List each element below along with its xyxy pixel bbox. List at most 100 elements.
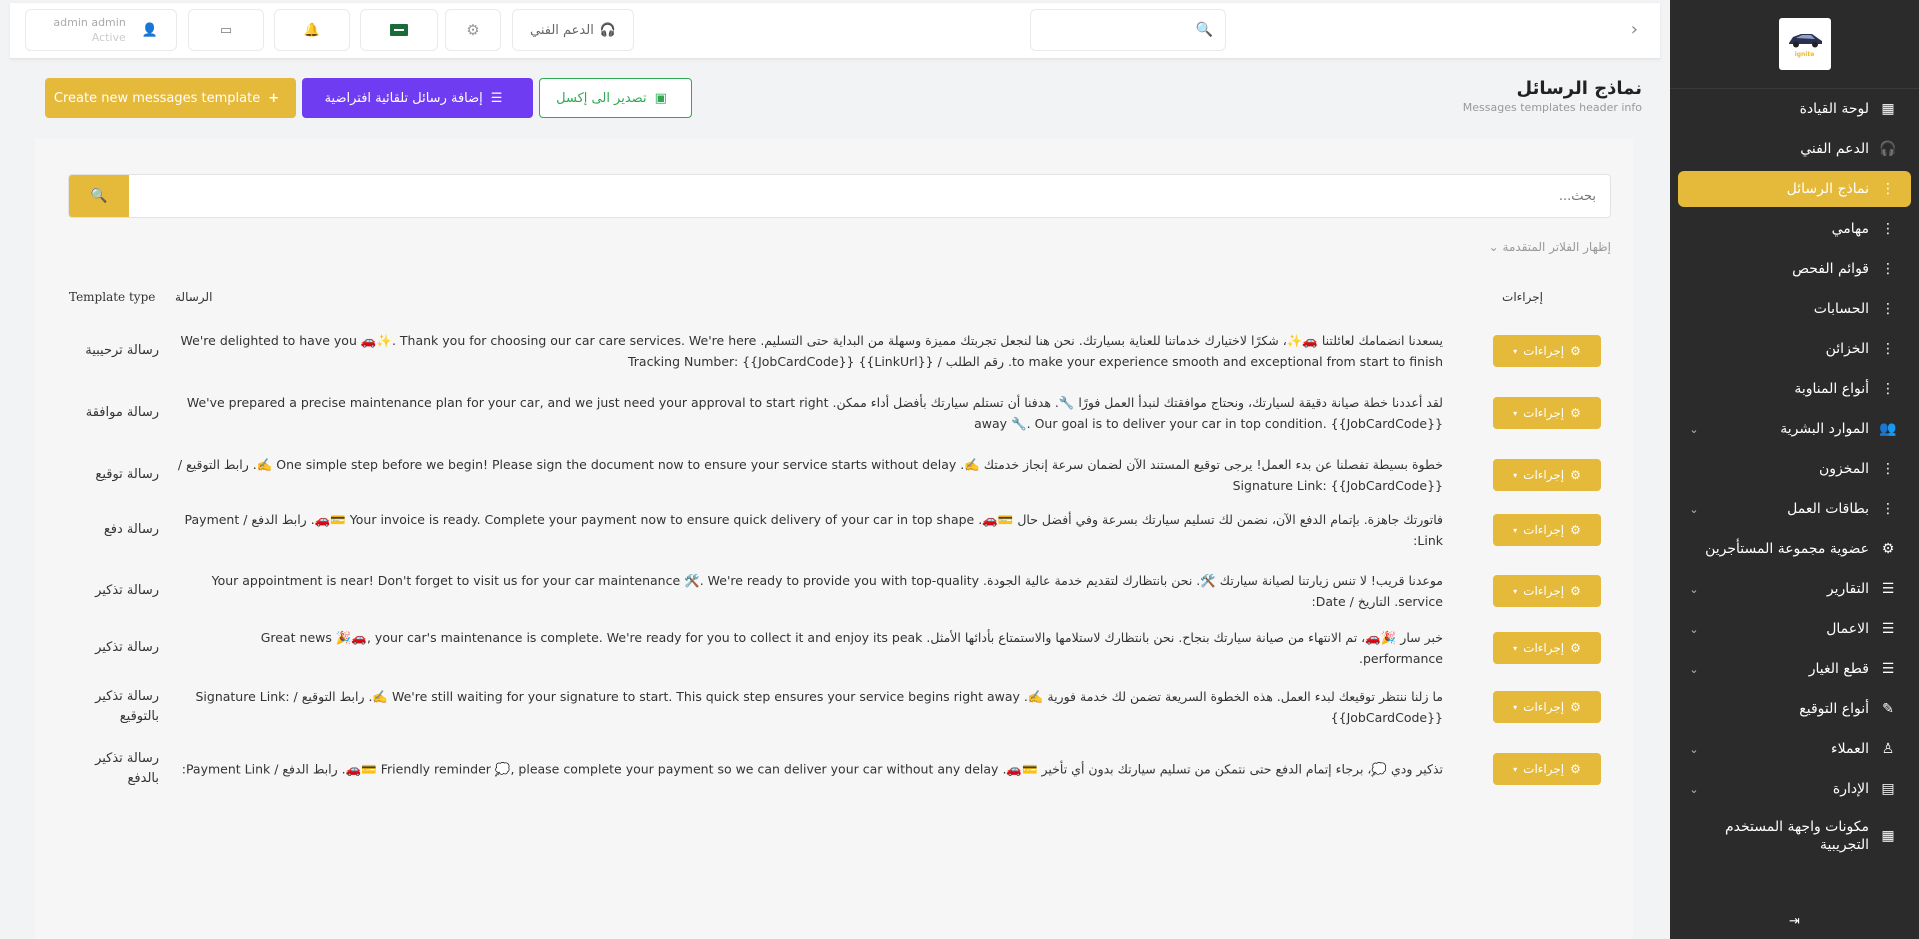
sidebar-item-label: التقارير xyxy=(1826,581,1869,597)
sliders-icon: ☰ xyxy=(1881,661,1895,677)
sidebar-item-0[interactable]: ▦ لوحة القيادة xyxy=(1678,91,1911,127)
sidebar-item-16[interactable]: ♙ العملاء ⌄ xyxy=(1678,731,1911,767)
dots-icon: ⋮ xyxy=(1881,381,1895,397)
sidebar-item-1[interactable]: 🎧 الدعم الفني xyxy=(1678,131,1911,167)
logout-icon[interactable]: ⇥ xyxy=(1670,914,1919,929)
caret-down-icon: ▾ xyxy=(1513,408,1518,418)
gear-icon: ⚙ xyxy=(1570,762,1581,776)
template-type: رسالة دفع xyxy=(103,522,159,537)
car-icon xyxy=(1788,33,1822,47)
create-template-button[interactable]: Create new messages template + xyxy=(45,78,296,118)
sidebar-item-17[interactable]: ▤ الإدارة ⌄ xyxy=(1678,771,1911,807)
sidebar-item-5[interactable]: ⋮ الحسابات xyxy=(1678,291,1911,327)
sidebar-item-11[interactable]: ⚙ عضوية مجموعة المستأجرين xyxy=(1678,531,1911,567)
user-menu[interactable]: admin admin Active 👤 xyxy=(25,9,177,51)
sidebar-item-6[interactable]: ⋮ الخزائن xyxy=(1678,331,1911,367)
chevron-down-icon: ⌄ xyxy=(1488,240,1499,254)
sidebar-item-label: الحسابات xyxy=(1813,301,1869,317)
sliders-icon: ☰ xyxy=(1881,581,1895,597)
sidebar-item-2[interactable]: ⋮ نماذج الرسائل xyxy=(1678,171,1911,207)
support-button[interactable]: 🎧 الدعم الفني xyxy=(512,9,634,51)
sidebar-item-15[interactable]: ✎ أنواع التوقيع xyxy=(1678,691,1911,727)
language-switcher[interactable] xyxy=(360,9,438,51)
add-default-messages-button[interactable]: ☰ إضافة رسائل تلقائية افتراضية xyxy=(302,78,533,118)
template-message: تذكير ودي 💭، برجاء إتمام الدفع حتى نتمكن… xyxy=(181,761,1443,777)
sidebar-item-label: مكونات واجهة المستخدم التجريبية xyxy=(1725,819,1869,853)
content-panel: 🔍 إظهار الفلاتر المتقدمة ⌄ Template type… xyxy=(35,138,1633,939)
row-actions-button[interactable]: ⚙ إجراءات ▾ xyxy=(1493,632,1601,664)
chevron-down-icon: ⌄ xyxy=(1689,662,1699,676)
chevron-down-icon: ⌄ xyxy=(1689,422,1699,436)
page-title: نماذج الرسائل xyxy=(1516,78,1642,99)
sidebar-item-label: الموارد البشرية xyxy=(1780,421,1869,437)
user-name: admin admin xyxy=(53,16,126,29)
settings-button[interactable]: ⚙ xyxy=(445,9,501,51)
dots-icon: ⋮ xyxy=(1881,221,1895,237)
sidebar-item-label: الاعمال xyxy=(1826,621,1869,637)
template-message: فاتورتك جاهزة. بإتمام الدفع الآن، نضمن ل… xyxy=(184,512,1443,548)
sidebar: ignite ▦ لوحة القيادة 🎧 الدعم الفني ⋮ نماذج ا… xyxy=(1670,0,1919,939)
sidebar-item-7[interactable]: ⋮ أنواع المناوبة xyxy=(1678,371,1911,407)
sidebar-item-10[interactable]: ⋮ بطاقات العمل ⌄ xyxy=(1678,491,1911,527)
sidebar-item-label: الإدارة xyxy=(1832,781,1869,797)
sidebar-item-18[interactable]: ▦ مكونات واجهة المستخدم التجريبية xyxy=(1678,811,1911,861)
row-actions-button[interactable]: ⚙ إجراءات ▾ xyxy=(1493,459,1601,491)
gear-icon: ⚙ xyxy=(1570,344,1581,358)
messages-button[interactable]: ▭ xyxy=(188,9,264,51)
row-actions-button[interactable]: ⚙ إجراءات ▾ xyxy=(1493,335,1601,367)
sidebar-item-13[interactable]: ☰ الاعمال ⌄ xyxy=(1678,611,1911,647)
sidebar-item-9[interactable]: ⋮ المخزون xyxy=(1678,451,1911,487)
advanced-filters-toggle[interactable]: إظهار الفلاتر المتقدمة ⌄ xyxy=(1489,240,1611,254)
header-search[interactable]: 🔍 xyxy=(1030,9,1226,51)
search-input[interactable] xyxy=(129,175,1610,217)
sliders-icon: ☰ xyxy=(1881,621,1895,637)
pencil-icon: ✎ xyxy=(1882,701,1894,717)
row-actions-button[interactable]: ⚙ إجراءات ▾ xyxy=(1493,753,1601,785)
export-excel-button[interactable]: ▣ تصدير الى إكسل xyxy=(539,78,692,118)
chat-icon: ▭ xyxy=(219,22,233,38)
row-actions-button[interactable]: ⚙ إجراءات ▾ xyxy=(1493,397,1601,429)
top-header: admin admin Active 👤 ▭ 🔔 ⚙ 🎧 الدعم الفني… xyxy=(10,3,1660,59)
sidebar-item-label: الخزائن xyxy=(1825,341,1869,357)
bell-icon: 🔔 xyxy=(303,22,321,38)
search-button[interactable]: 🔍 xyxy=(69,175,129,217)
template-message: موعدنا قريب! لا تنس زيارتنا لصيانة سيارت… xyxy=(211,573,1443,609)
brand-logo[interactable]: ignite xyxy=(1778,18,1831,70)
template-type: رسالة تذكير xyxy=(95,640,159,655)
admin-icon: ▤ xyxy=(1881,781,1895,797)
sidebar-item-8[interactable]: 👥 الموارد البشرية ⌄ xyxy=(1678,411,1911,447)
sidebar-item-label: لوحة القيادة xyxy=(1799,101,1869,117)
table-row: رسالة تذكير موعدنا قريب! لا تنس زيارتنا ل… xyxy=(35,568,1633,614)
dots-icon: ⋮ xyxy=(1881,341,1895,357)
sidebar-item-12[interactable]: ☰ التقارير ⌄ xyxy=(1678,571,1911,607)
sidebar-item-3[interactable]: ⋮ مهامي xyxy=(1678,211,1911,247)
sidebar-nav: ▦ لوحة القيادة 🎧 الدعم الفني ⋮ نماذج الرسائل ⋮… xyxy=(1670,91,1919,861)
row-actions-button[interactable]: ⚙ إجراءات ▾ xyxy=(1493,514,1601,546)
gear-icon: ⚙ xyxy=(1570,700,1581,714)
sidebar-item-label: الدعم الفني xyxy=(1800,141,1869,157)
chevron-right-icon[interactable]: › xyxy=(1631,19,1638,40)
column-header-type: Template type xyxy=(69,290,156,304)
excel-icon: ▣ xyxy=(654,90,667,106)
notifications-button[interactable]: 🔔 xyxy=(274,9,350,51)
sidebar-item-label: مهامي xyxy=(1831,221,1869,237)
search-icon: 🔍 xyxy=(90,188,108,204)
sidebar-item-4[interactable]: ⋮ قوائم الفحص xyxy=(1678,251,1911,287)
row-actions-button[interactable]: ⚙ إجراءات ▾ xyxy=(1493,575,1601,607)
sidebar-item-label: قطع الغيار xyxy=(1808,661,1869,677)
sidebar-item-14[interactable]: ☰ قطع الغيار ⌄ xyxy=(1678,651,1911,687)
list-icon: ☰ xyxy=(490,90,503,106)
template-type: رسالة ترحيبية xyxy=(85,343,159,358)
template-type: رسالة موافقة xyxy=(85,405,159,420)
row-actions-button[interactable]: ⚙ إجراءات ▾ xyxy=(1493,691,1601,723)
template-type: رسالة تذكير بالدفع xyxy=(95,751,159,786)
dots-icon: ⋮ xyxy=(1881,301,1895,317)
network-icon: ⚙ xyxy=(1881,541,1895,557)
headset-icon: 🎧 xyxy=(1879,141,1897,157)
template-message: يسعدنا انضمامك لعائلتنا 🚗✨، شكرًا لاختيا… xyxy=(180,333,1443,369)
template-type: رسالة تذكير بالتوقيع xyxy=(95,689,159,724)
sidebar-item-label: المخزون xyxy=(1818,461,1869,477)
sidebar-item-label: قوائم الفحص xyxy=(1792,261,1869,277)
template-type: رسالة توقيع xyxy=(95,467,159,482)
caret-down-icon: ▾ xyxy=(1513,346,1518,356)
